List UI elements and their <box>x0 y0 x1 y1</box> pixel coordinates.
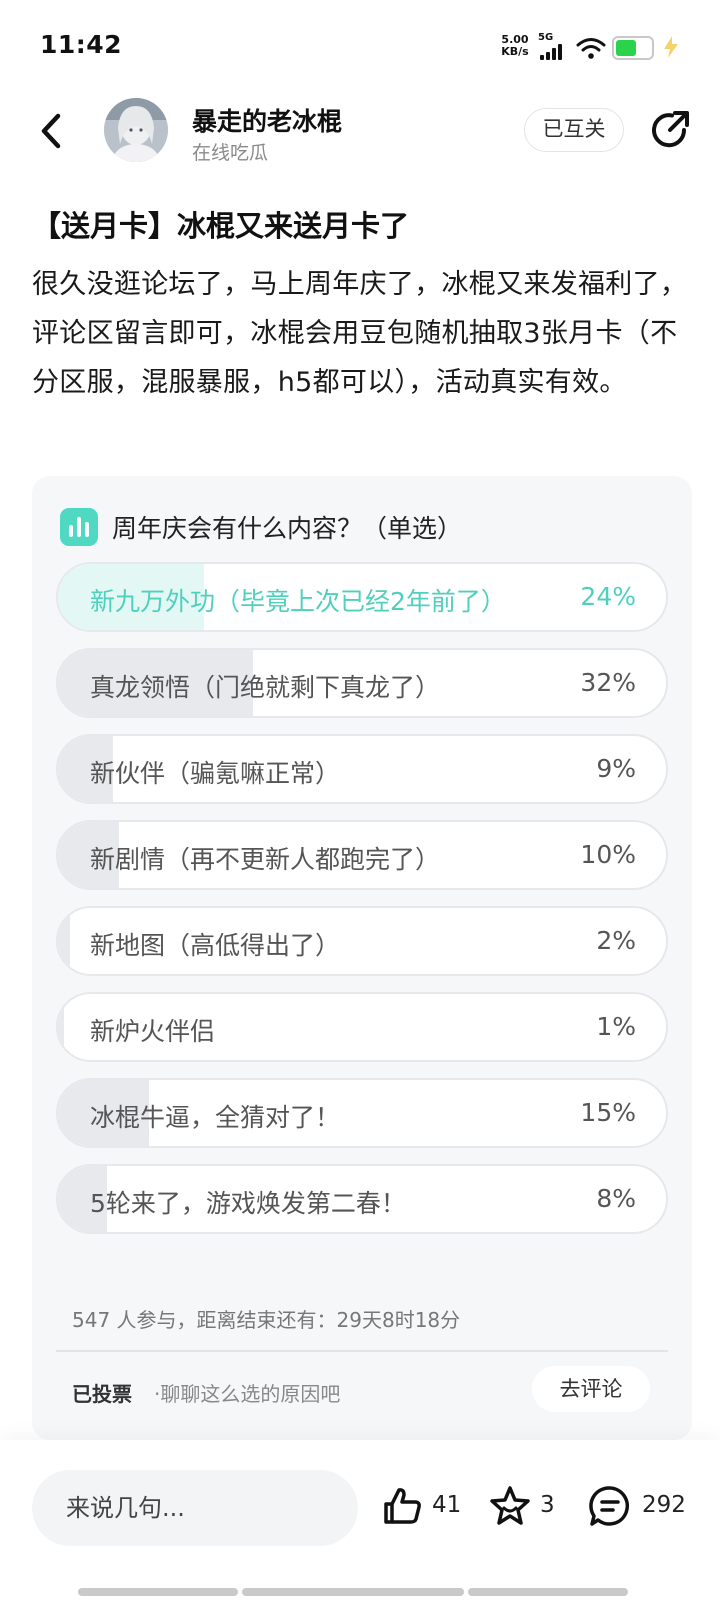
poll-option[interactable]: 新炉火伴侣 1% <box>56 992 668 1062</box>
signal-icon <box>540 44 568 60</box>
poll-question: 周年庆会有什么内容？（单选） <box>112 514 463 543</box>
go-comment-button[interactable]: 去评论 <box>532 1366 650 1412</box>
poll-option-label: 新炉火伴侣 <box>90 1017 216 1046</box>
comment-count: 292 <box>642 1492 686 1518</box>
share-icon[interactable] <box>648 108 692 152</box>
like-count: 41 <box>432 1492 462 1518</box>
poll-option-label: 新伙伴（骗氪嘛正常） <box>90 759 341 788</box>
poll-option-percent: 15% <box>580 1098 636 1127</box>
poll-option-percent: 10% <box>580 840 636 869</box>
poll-option-percent: 24% <box>580 582 636 611</box>
voted-label: 已投票 <box>72 1382 132 1406</box>
poll-card: 周年庆会有什么内容？（单选） 新九万外功（毕竟上次已经2年前了） 24% 真龙领悟（… <box>32 476 692 1440</box>
favorite-button[interactable]: 3 <box>488 1482 558 1534</box>
poll-option-percent: 1% <box>596 1012 636 1041</box>
post-title: 【送月卡】冰棍又来送月卡了 <box>32 209 410 243</box>
divider <box>56 1350 668 1352</box>
poll-option[interactable]: 冰棍牛逼，全猜对了！ 15% <box>56 1078 668 1148</box>
poll-option-label: 5轮来了，游戏焕发第二春！ <box>90 1189 406 1218</box>
poll-option[interactable]: 新地图（高低得出了） 2% <box>56 906 668 976</box>
network-speed-unit: KB/s <box>501 45 529 58</box>
post-header: 暴走的老冰棍 在线吃瓜 已互关 <box>0 96 720 176</box>
poll-participants: 547 人参与，距离结束还有：29天8时18分 <box>72 1308 461 1332</box>
post-body: 很久没逛论坛了，马上周年庆了，冰棍又来发福利了，评论区留言即可，冰棍会用豆包随机… <box>32 269 688 398</box>
bottom-action-bar: 来说几句... 41 3 292 <box>0 1440 720 1600</box>
poll-option[interactable]: 新九万外功（毕竟上次已经2年前了） 24% <box>56 562 668 632</box>
nav-gesture-bar-middle <box>242 1588 464 1596</box>
poll-option-percent: 8% <box>596 1184 636 1213</box>
author-name[interactable]: 暴走的老冰棍 <box>192 102 342 138</box>
charging-icon <box>664 36 678 58</box>
thumbs-up-icon <box>384 1488 421 1524</box>
favorite-count: 3 <box>540 1492 555 1518</box>
network-type: 5G <box>538 32 554 43</box>
back-button[interactable] <box>30 106 74 156</box>
nav-gesture-bar-left <box>78 1588 238 1596</box>
star-icon <box>490 1486 530 1525</box>
poll-option[interactable]: 新剧情（再不更新人都跑完了） 10% <box>56 820 668 890</box>
poll-option-label: 真龙领悟（门绝就剩下真龙了） <box>90 673 441 702</box>
poll-option-label: 新剧情（再不更新人都跑完了） <box>90 845 441 874</box>
comment-bubble-icon <box>589 1486 630 1526</box>
author-subtitle: 在线吃瓜 <box>192 142 269 164</box>
poll-option-percent: 9% <box>596 754 636 783</box>
like-button[interactable]: 41 <box>380 1482 462 1534</box>
wifi-icon <box>576 38 606 59</box>
network-speed: 5.00 KB/s <box>498 34 532 58</box>
bar-chart-icon <box>60 508 98 546</box>
poll-option-result-bar <box>58 908 71 974</box>
poll-option[interactable]: 真龙领悟（门绝就剩下真龙了） 32% <box>56 648 668 718</box>
battery-icon <box>612 36 654 60</box>
poll-option[interactable]: 5轮来了，游戏焕发第二春！ 8% <box>56 1164 668 1234</box>
comments-button[interactable]: 292 <box>588 1482 688 1534</box>
poll-option-label: 新九万外功（毕竟上次已经2年前了） <box>90 587 506 616</box>
voted-hint: ·聊聊这么选的原因吧 <box>154 1382 341 1406</box>
poll-option-result-bar <box>58 994 65 1060</box>
poll-option-percent: 32% <box>580 668 636 697</box>
follow-button[interactable]: 已互关 <box>524 108 624 152</box>
poll-option[interactable]: 新伙伴（骗氪嘛正常） 9% <box>56 734 668 804</box>
poll-option-percent: 2% <box>596 926 636 955</box>
status-time: 11:42 <box>40 30 123 59</box>
comment-input[interactable]: 来说几句... <box>32 1470 358 1546</box>
nav-gesture-bar-right <box>468 1588 628 1596</box>
status-bar: 11:42 5.00 KB/s 5G <box>0 0 720 96</box>
avatar[interactable] <box>104 98 168 162</box>
poll-option-label: 新地图（高低得出了） <box>90 931 341 960</box>
poll-option-label: 冰棍牛逼，全猜对了！ <box>90 1103 341 1132</box>
